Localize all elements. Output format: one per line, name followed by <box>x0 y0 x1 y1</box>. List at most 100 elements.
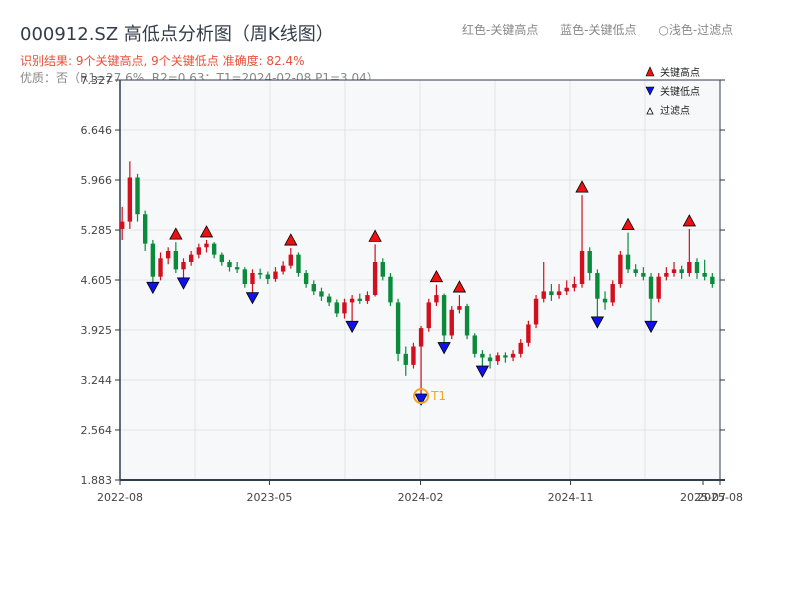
legend-high-icon <box>645 66 655 77</box>
candle-body <box>372 261 378 296</box>
candle-body <box>135 177 140 215</box>
candle-body <box>303 273 309 285</box>
candle <box>610 280 615 307</box>
candle-body <box>618 254 623 285</box>
candle-body <box>710 276 715 285</box>
candle <box>618 250 623 288</box>
x-tick-label: 2024-02 <box>398 491 444 504</box>
candle-body <box>326 296 332 303</box>
candle-body <box>158 258 163 277</box>
y-tick-label: 5.285 <box>81 224 113 237</box>
candle-body <box>280 265 286 272</box>
candle-body <box>610 284 615 303</box>
candle-body <box>579 250 585 285</box>
candle-body <box>602 298 608 303</box>
candle-body <box>526 324 531 343</box>
candle-body <box>288 254 294 266</box>
y-tick-label: 3.925 <box>81 324 113 337</box>
candle-body <box>441 295 447 336</box>
candle-body <box>694 261 700 274</box>
candle-body <box>457 306 462 310</box>
legend-entry: 关键低点 <box>660 85 700 98</box>
candle-body <box>119 221 125 229</box>
candle-body <box>395 302 401 354</box>
candle-body <box>487 357 493 362</box>
candle-body <box>127 177 133 222</box>
candle-body <box>656 276 661 299</box>
y-tick-label: 7.327 <box>81 74 113 87</box>
candle-body <box>556 291 562 296</box>
candle-body <box>702 273 707 277</box>
candle-body <box>196 247 202 255</box>
candle-body <box>234 267 240 270</box>
candle-body <box>472 335 477 354</box>
candle-body <box>296 254 301 274</box>
x-tick-label: 2024-11 <box>548 491 594 504</box>
candle-body <box>671 269 677 274</box>
candle-body <box>503 355 508 358</box>
candle-body <box>349 298 355 303</box>
candle-body <box>365 295 370 301</box>
legend-entry: 关键高点 <box>660 66 700 79</box>
candle <box>449 306 454 340</box>
candle <box>464 303 470 340</box>
y-tick-label: 6.646 <box>81 124 113 137</box>
candlestick-chart: 1.883 2.564 3.244 3.925 4.605 5.285 5.966 6.646… <box>81 66 743 504</box>
candle-body <box>142 214 148 244</box>
candle-body <box>150 243 156 277</box>
candle-body <box>625 254 631 270</box>
candle-body <box>549 291 554 296</box>
candle-body <box>219 254 225 262</box>
candle-body <box>273 271 278 279</box>
x-tick-label: 2022-08 <box>97 491 143 504</box>
candle-body <box>357 298 362 301</box>
candle-body <box>165 250 171 259</box>
candle-body <box>495 355 500 362</box>
candle <box>656 273 661 303</box>
candle-body <box>227 261 232 268</box>
candle-body <box>426 302 431 329</box>
t1-label: T1 <box>430 389 446 403</box>
y-tick-label: 1.883 <box>81 474 113 487</box>
candle-body <box>633 269 638 274</box>
candle-body <box>380 261 385 277</box>
candle <box>526 320 531 347</box>
candle-body <box>480 353 485 358</box>
candle-body <box>411 346 416 365</box>
candle-body <box>518 342 523 354</box>
candle-body <box>242 269 248 285</box>
candle <box>388 273 393 307</box>
candle-body <box>648 276 654 299</box>
candle <box>411 342 416 369</box>
candle-body <box>181 261 186 270</box>
x-tick-label: 2023-05 <box>246 491 292 504</box>
candle-body <box>388 276 393 303</box>
candle <box>395 298 401 362</box>
candle-body <box>564 287 569 292</box>
candle-body <box>641 273 646 277</box>
candle-body <box>449 309 454 336</box>
candle-body <box>334 302 339 314</box>
y-tick-label: 5.966 <box>81 174 113 187</box>
candle-body <box>204 243 209 248</box>
candle <box>533 295 539 329</box>
candle-body <box>572 284 577 288</box>
y-tick-label: 3.244 <box>81 374 113 387</box>
candle-body <box>403 353 408 365</box>
y-tick-label: 4.605 <box>81 274 113 287</box>
candle-body <box>533 298 539 325</box>
candle-body <box>664 273 669 277</box>
legend-entry: 过滤点 <box>660 104 690 117</box>
candle-body <box>250 273 255 285</box>
candle-body <box>311 284 316 292</box>
y-tick-label: 2.564 <box>81 424 113 437</box>
candle-body <box>510 353 516 358</box>
candle-body <box>265 274 271 279</box>
candle-body <box>587 250 592 274</box>
candle-body <box>595 273 600 299</box>
candle-body <box>188 254 194 262</box>
candle-body <box>434 295 439 303</box>
candle-body <box>211 243 217 255</box>
candle-body <box>319 291 324 297</box>
candle-body <box>257 273 263 275</box>
